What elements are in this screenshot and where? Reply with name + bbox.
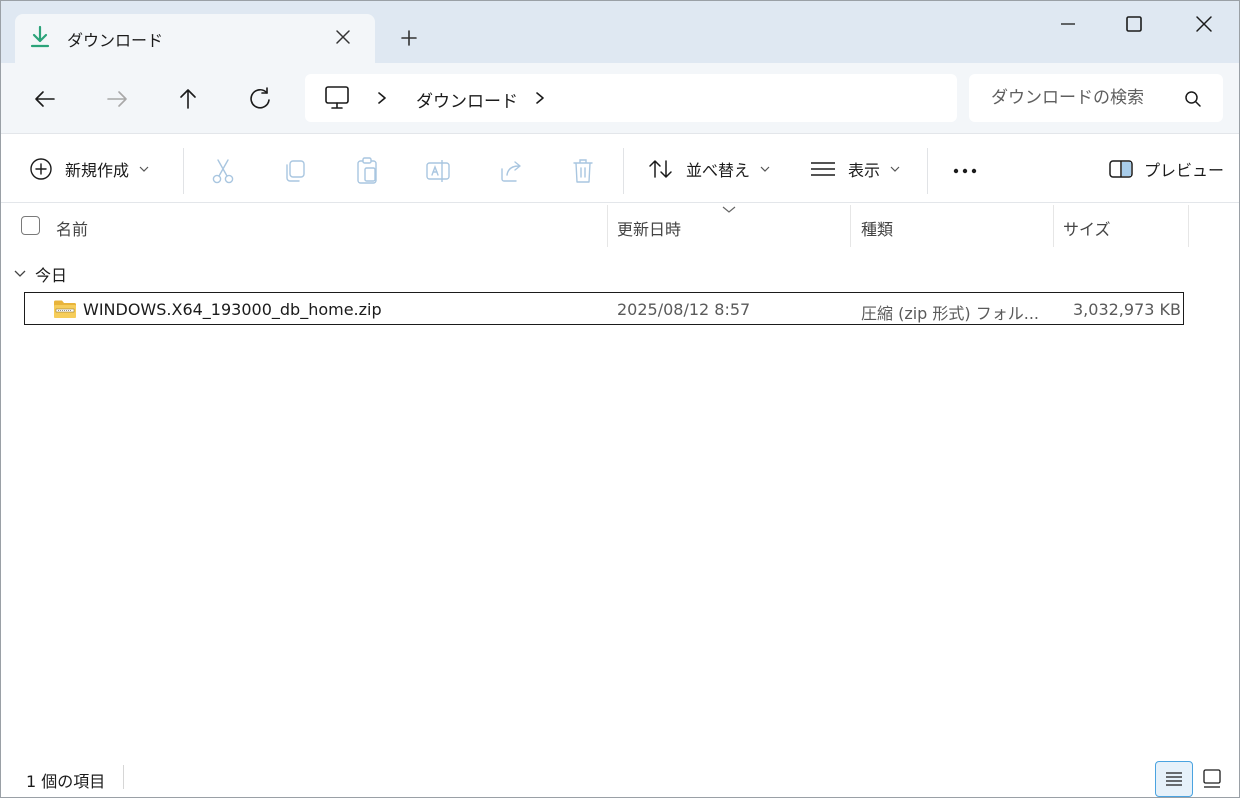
arrow-up-icon[interactable]	[168, 79, 208, 119]
file-name: WINDOWS.X64_193000_db_home.zip	[83, 300, 382, 319]
share-icon[interactable]	[494, 154, 528, 188]
sort-button[interactable]: 並べ替え	[648, 154, 770, 184]
details-view-icon	[1166, 772, 1182, 786]
search-box	[969, 74, 1223, 122]
zip-folder-icon	[54, 300, 76, 318]
navigation-row: ダウンロード	[1, 63, 1239, 133]
column-name[interactable]: 名前	[56, 216, 88, 240]
download-icon	[30, 25, 50, 48]
select-all-checkbox[interactable]	[21, 216, 40, 235]
cut-icon[interactable]	[206, 154, 240, 188]
tab-title: ダウンロード	[67, 31, 164, 50]
minimize-icon[interactable]	[1045, 7, 1091, 41]
copy-icon[interactable]	[278, 154, 312, 188]
toolbar-separator	[623, 148, 624, 194]
close-icon[interactable]	[1181, 7, 1227, 41]
sort-label: 並べ替え	[686, 161, 751, 180]
details-view-button[interactable]	[1155, 761, 1193, 797]
large-icons-view-button[interactable]	[1197, 761, 1235, 797]
breadcrumb-downloads[interactable]: ダウンロード	[416, 87, 518, 112]
item-count: 1 個の項目	[26, 772, 106, 791]
group-label: 今日	[35, 266, 68, 285]
chevron-down-icon	[139, 166, 149, 172]
chevron-down-icon	[890, 166, 900, 172]
column-divider[interactable]	[607, 205, 608, 247]
group-header-today[interactable]: 今日	[13, 263, 67, 285]
sort-caret-icon	[722, 206, 736, 213]
new-button[interactable]: 新規作成	[29, 154, 149, 184]
file-modified: 2025/08/12 8:57	[617, 300, 751, 319]
column-modified[interactable]: 更新日時	[617, 216, 681, 240]
explorer-window: ダウンロード ダウンロード ダウンロードの検索 新規作成 並べ替え 表示 プレビ…	[0, 0, 1240, 798]
more-icon[interactable]	[948, 154, 982, 188]
sort-icon	[649, 160, 672, 178]
pc-icon[interactable]	[323, 85, 353, 111]
address-bar[interactable]: ダウンロード	[305, 74, 957, 122]
preview-pane-icon	[1109, 160, 1133, 178]
tiles-view-icon	[1203, 769, 1221, 788]
chevron-right-icon[interactable]	[533, 89, 547, 107]
column-size[interactable]: サイズ	[1063, 216, 1111, 240]
add-circle-icon	[30, 158, 52, 180]
arrow-right-icon[interactable]	[97, 79, 137, 119]
command-bar: 新規作成 並べ替え 表示 プレビュー	[1, 133, 1239, 203]
search-icon[interactable]	[1183, 89, 1203, 109]
preview-label: プレビュー	[1144, 161, 1225, 180]
new-label: 新規作成	[65, 161, 130, 180]
file-size: 3,032,973 KB	[1073, 300, 1181, 319]
column-divider[interactable]	[850, 205, 851, 247]
table-row[interactable]: WINDOWS.X64_193000_db_home.zip 2025/08/1…	[24, 292, 1184, 325]
column-headers: 名前 更新日時 種類 サイズ	[1, 205, 1239, 247]
status-bar: 1 個の項目	[1, 757, 1239, 797]
refresh-icon[interactable]	[240, 79, 280, 119]
paste-icon[interactable]	[350, 154, 384, 188]
chevron-right-icon[interactable]	[375, 89, 389, 107]
view-lines-icon	[811, 162, 835, 176]
delete-icon[interactable]	[566, 154, 600, 188]
arrow-left-icon[interactable]	[25, 79, 65, 119]
rename-icon[interactable]	[421, 154, 455, 188]
view-button[interactable]: 表示	[810, 154, 900, 184]
toolbar-separator	[927, 148, 928, 194]
view-label: 表示	[848, 161, 881, 180]
column-divider[interactable]	[1188, 205, 1189, 247]
column-divider[interactable]	[1053, 205, 1054, 247]
title-bar: ダウンロード	[1, 1, 1239, 63]
close-icon[interactable]	[329, 23, 357, 51]
toolbar-separator	[183, 148, 184, 194]
file-type: 圧縮 (zip 形式) フォル...	[861, 304, 1040, 323]
plus-icon[interactable]	[394, 23, 424, 53]
column-type[interactable]: 種類	[861, 216, 893, 240]
tab-downloads[interactable]: ダウンロード	[15, 14, 375, 63]
maximize-icon[interactable]	[1111, 7, 1157, 41]
chevron-down-icon	[760, 166, 770, 172]
preview-button[interactable]: プレビュー	[1108, 154, 1224, 184]
chevron-down-icon	[14, 270, 26, 277]
status-separator	[123, 765, 124, 789]
